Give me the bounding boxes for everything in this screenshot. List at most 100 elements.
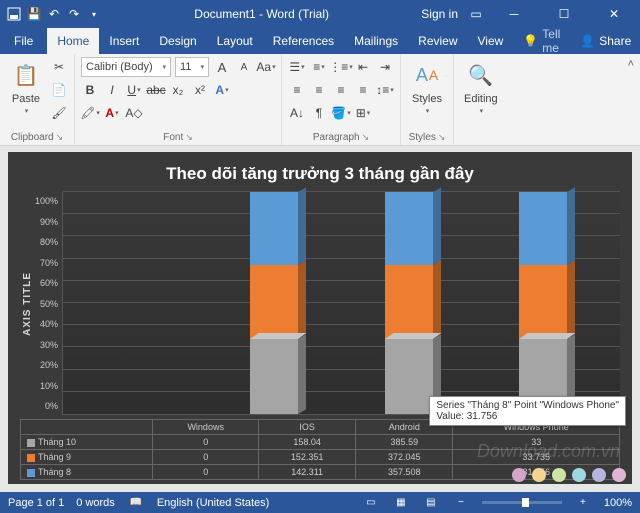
- title-bar: 💾 ↶ ↷ ▾ Document1 - Word (Trial) Sign in…: [0, 0, 640, 28]
- group-editing: 🔍 Editing ▾: [454, 54, 508, 145]
- print-layout-icon[interactable]: ▦: [392, 495, 410, 511]
- subscript-button[interactable]: x₂: [169, 80, 187, 100]
- watermark: Download.com.vn: [477, 441, 620, 462]
- multilevel-icon[interactable]: ⋮≡▾: [332, 57, 350, 77]
- redo-icon[interactable]: ↷: [66, 6, 82, 22]
- superscript-button[interactable]: x²: [191, 80, 209, 100]
- qat-dropdown-icon[interactable]: ▾: [86, 6, 102, 22]
- text-effects-icon[interactable]: A▾: [213, 80, 231, 100]
- grow-font-icon[interactable]: A: [213, 57, 231, 77]
- shrink-font-icon[interactable]: A: [235, 57, 253, 77]
- align-right-icon[interactable]: ≡: [332, 80, 350, 100]
- axis-title: AXIS TITLE: [20, 272, 35, 336]
- find-icon: 🔍: [465, 59, 497, 91]
- dialog-launcher-icon[interactable]: ↘: [56, 132, 64, 143]
- tab-references[interactable]: References: [263, 28, 344, 54]
- styles-icon: AA: [411, 59, 443, 91]
- dialog-launcher-icon[interactable]: ↘: [362, 132, 370, 143]
- decrease-indent-icon[interactable]: ⇤: [354, 57, 372, 77]
- bar-ios: [244, 192, 304, 414]
- bar-windows: [110, 192, 170, 414]
- zoom-out-icon[interactable]: −: [452, 495, 470, 511]
- underline-button[interactable]: U▾: [125, 80, 143, 100]
- lightbulb-icon: 💡: [523, 34, 538, 48]
- tab-mailings[interactable]: Mailings: [344, 28, 408, 54]
- copy-icon[interactable]: 📄: [50, 80, 68, 100]
- web-layout-icon[interactable]: ▤: [422, 495, 440, 511]
- group-paragraph: ☰▾ ≡▾ ⋮≡▾ ⇤ ⇥ ≡ ≡ ≡ ≡ ↕≡▾ A↓ ¶ 🪣▾: [282, 54, 401, 145]
- sort-icon[interactable]: A↓: [288, 103, 306, 123]
- clipboard-icon: 📋: [10, 59, 42, 91]
- font-color-icon[interactable]: A▾: [103, 103, 121, 123]
- collapse-ribbon-icon[interactable]: ˄: [628, 58, 634, 70]
- tab-view[interactable]: View: [468, 28, 514, 54]
- status-bar: Page 1 of 1 0 words 📖 English (United St…: [0, 492, 640, 513]
- increase-indent-icon[interactable]: ⇥: [376, 57, 394, 77]
- chart-tooltip: Series "Tháng 8" Point "Windows Phone" V…: [429, 396, 626, 426]
- paste-button[interactable]: 📋 Paste ▾: [6, 57, 46, 117]
- dialog-launcher-icon[interactable]: ↘: [438, 132, 446, 143]
- tab-home[interactable]: Home: [47, 28, 99, 54]
- autosave-icon[interactable]: [6, 6, 22, 22]
- share-icon: 👤: [580, 34, 595, 48]
- tab-design[interactable]: Design: [149, 28, 206, 54]
- shading-icon[interactable]: 🪣▾: [332, 103, 350, 123]
- save-icon[interactable]: 💾: [26, 6, 42, 22]
- plot-area: [62, 192, 620, 415]
- italic-button[interactable]: I: [103, 80, 121, 100]
- borders-icon[interactable]: ⊞▾: [354, 103, 372, 123]
- spellcheck-icon[interactable]: 📖: [127, 495, 145, 511]
- align-left-icon[interactable]: ≡: [288, 80, 306, 100]
- styles-button[interactable]: AA Styles ▾: [407, 57, 447, 117]
- language-indicator[interactable]: English (United States): [157, 497, 270, 509]
- tab-file[interactable]: File: [0, 28, 47, 54]
- font-size-combo[interactable]: 11▾: [175, 57, 209, 77]
- editing-button[interactable]: 🔍 Editing ▾: [460, 57, 502, 117]
- document-area: Theo dõi tăng trưởng 3 tháng gần đây AXI…: [0, 146, 640, 492]
- change-case-icon[interactable]: Aa▾: [257, 57, 275, 77]
- pager-dots: [512, 468, 626, 482]
- chart-title: Theo dõi tăng trưởng 3 tháng gần đây: [20, 160, 620, 192]
- read-mode-icon[interactable]: ▭: [362, 495, 380, 511]
- bar-android: [379, 192, 439, 414]
- align-center-icon[interactable]: ≡: [310, 80, 328, 100]
- minimize-button[interactable]: ─: [494, 0, 534, 28]
- tab-insert[interactable]: Insert: [99, 28, 149, 54]
- format-painter-icon[interactable]: 🖌: [50, 103, 68, 123]
- tab-review[interactable]: Review: [408, 28, 467, 54]
- chevron-down-icon: ▾: [25, 107, 29, 115]
- word-count[interactable]: 0 words: [76, 497, 115, 509]
- close-button[interactable]: ✕: [594, 0, 634, 28]
- sign-in-link[interactable]: Sign in: [421, 7, 458, 21]
- ribbon: 📋 Paste ▾ ✂ 📄 🖌 Clipboard↘ Calibri (Body…: [0, 54, 640, 146]
- zoom-slider[interactable]: [482, 501, 562, 504]
- share-button[interactable]: 👤Share: [570, 28, 640, 54]
- undo-icon[interactable]: ↶: [46, 6, 62, 22]
- tab-layout[interactable]: Layout: [207, 28, 263, 54]
- font-name-combo[interactable]: Calibri (Body)▾: [81, 57, 171, 77]
- show-marks-icon[interactable]: ¶: [310, 103, 328, 123]
- chart-object[interactable]: Theo dõi tăng trưởng 3 tháng gần đây AXI…: [8, 152, 632, 484]
- zoom-in-icon[interactable]: +: [574, 495, 592, 511]
- line-spacing-icon[interactable]: ↕≡▾: [376, 80, 394, 100]
- numbering-icon[interactable]: ≡▾: [310, 57, 328, 77]
- y-axis-labels: 100%90%80%70%60%50%40%30%20%10%0%: [35, 192, 62, 415]
- zoom-level[interactable]: 100%: [604, 497, 632, 509]
- group-styles: AA Styles ▾ Styles↘: [401, 54, 454, 145]
- group-font: Calibri (Body)▾ 11▾ A A Aa▾ B I U▾ abc x…: [75, 54, 282, 145]
- bullets-icon[interactable]: ☰▾: [288, 57, 306, 77]
- ribbon-options-icon[interactable]: ▭: [468, 6, 484, 22]
- highlight-icon[interactable]: 🖍▾: [81, 103, 99, 123]
- clear-format-icon[interactable]: A◇: [125, 103, 143, 123]
- justify-icon[interactable]: ≡: [354, 80, 372, 100]
- maximize-button[interactable]: ☐: [544, 0, 584, 28]
- bar-windows-phone: [513, 192, 573, 414]
- ribbon-tabs: File Home Insert Design Layout Reference…: [0, 28, 640, 54]
- cut-icon[interactable]: ✂: [50, 57, 68, 77]
- bold-button[interactable]: B: [81, 80, 99, 100]
- tab-tellme[interactable]: 💡Tell me: [513, 28, 570, 54]
- group-clipboard: 📋 Paste ▾ ✂ 📄 🖌 Clipboard↘: [0, 54, 75, 145]
- page-indicator[interactable]: Page 1 of 1: [8, 497, 64, 509]
- dialog-launcher-icon[interactable]: ↘: [185, 132, 193, 143]
- strikethrough-button[interactable]: abc: [147, 80, 165, 100]
